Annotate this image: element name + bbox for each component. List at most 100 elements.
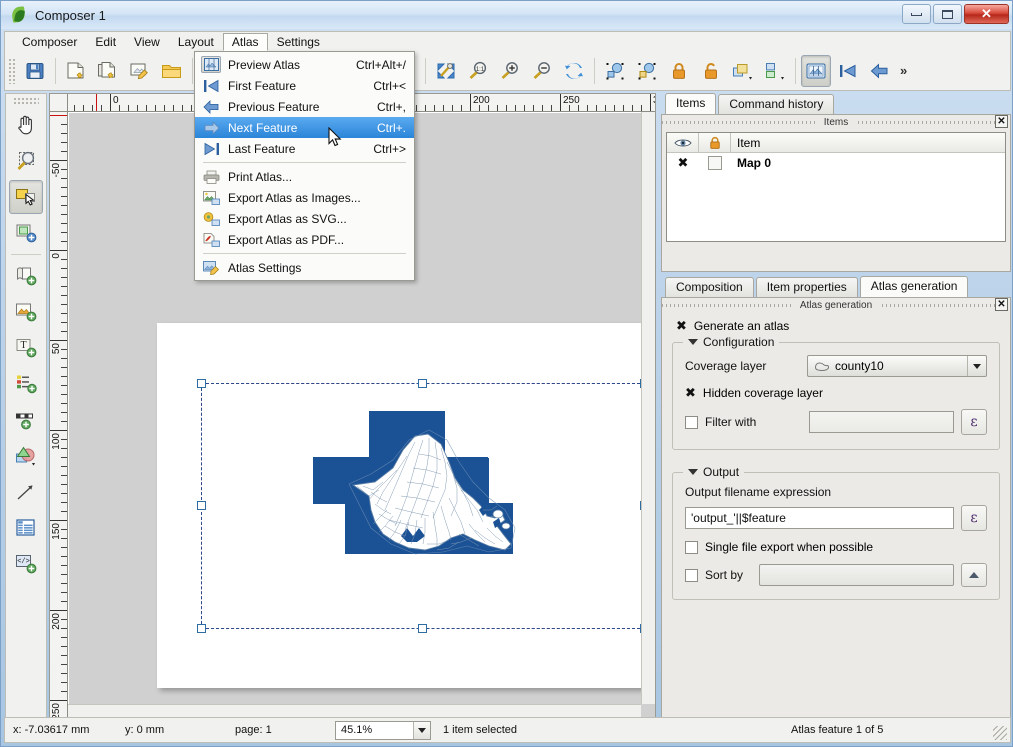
pan-tool[interactable] — [9, 108, 43, 142]
add-map-tool[interactable] — [9, 259, 43, 293]
zoom-in-icon[interactable] — [495, 55, 525, 87]
preview-atlas-icon[interactable] — [801, 55, 831, 87]
atlas-menu-popup[interactable]: Preview Atlas Ctrl+Alt+/ First Feature C… — [194, 51, 415, 281]
previous-feature-icon[interactable] — [865, 55, 895, 87]
menu-item-export-atlas-svg[interactable]: Export Atlas as SVG... — [195, 208, 414, 229]
new-composition-icon[interactable] — [61, 55, 91, 87]
collapse-triangle-icon[interactable] — [688, 339, 698, 345]
single-file-export-checkbox[interactable]: Single file export when possible — [685, 540, 987, 554]
menu-atlas[interactable]: Atlas — [223, 33, 268, 51]
lock-items-icon[interactable] — [664, 55, 694, 87]
hidden-coverage-layer-checkbox[interactable]: ✖ Hidden coverage layer — [685, 386, 987, 400]
resize-grip[interactable] — [993, 726, 1007, 740]
zoom-level-combo[interactable]: 45.1% — [335, 721, 431, 740]
duplicate-composition-icon[interactable] — [93, 55, 123, 87]
raise-items-icon[interactable] — [728, 55, 758, 87]
resize-handle-sw[interactable] — [197, 624, 206, 633]
sort-direction-button[interactable] — [961, 563, 987, 587]
item-visible-checkbox[interactable]: ✖ — [667, 157, 699, 170]
menu-item-next-feature[interactable]: Next Feature Ctrl+. — [195, 117, 414, 138]
add-image-tool[interactable] — [9, 295, 43, 329]
add-html-frame-tool[interactable]: </> — [9, 547, 43, 581]
menu-item-export-atlas-pdf[interactable]: Export Atlas as PDF... — [195, 229, 414, 250]
menu-composer[interactable]: Composer — [13, 33, 86, 51]
canvas-vertical-scrollbar[interactable] — [641, 112, 655, 704]
menu-view[interactable]: View — [125, 33, 169, 51]
menu-item-first-feature[interactable]: First Feature Ctrl+< — [195, 75, 414, 96]
zoom-actual-icon[interactable]: 1:1 — [463, 55, 493, 87]
composer-manager-icon[interactable] — [125, 55, 155, 87]
toolbar-overflow-button[interactable]: » — [900, 63, 907, 78]
chevron-down-icon[interactable] — [413, 722, 430, 739]
coverage-layer-combo[interactable]: county10 — [807, 355, 987, 377]
single-file-export-box[interactable] — [685, 541, 698, 554]
align-items-icon[interactable] — [760, 55, 790, 87]
filter-with-checkbox[interactable] — [685, 416, 698, 429]
resize-handle-w[interactable] — [197, 501, 206, 510]
item-lock-checkbox[interactable] — [699, 156, 731, 170]
sort-by-checkbox[interactable] — [685, 569, 698, 582]
ungroup-items-icon[interactable] — [632, 55, 662, 87]
output-expression-button[interactable]: ε — [961, 505, 987, 531]
add-scalebar-tool[interactable] — [9, 403, 43, 437]
chevron-down-icon[interactable] — [967, 356, 986, 376]
add-legend-tool[interactable] — [9, 367, 43, 401]
left-toolbar-grip[interactable] — [13, 97, 39, 105]
resize-handle-n[interactable] — [418, 379, 427, 388]
save-composition-icon[interactable] — [20, 55, 50, 87]
tab-atlas-generation[interactable]: Atlas generation — [860, 276, 969, 297]
menu-settings[interactable]: Settings — [268, 33, 329, 51]
tab-items[interactable]: Items — [665, 93, 716, 114]
zoom-tool[interactable] — [9, 144, 43, 178]
tab-item-properties[interactable]: Item properties — [756, 277, 858, 297]
close-button[interactable]: ✕ — [964, 4, 1009, 24]
menu-item-atlas-settings[interactable]: Atlas Settings — [195, 257, 414, 278]
unlock-items-icon[interactable] — [696, 55, 726, 87]
load-template-icon[interactable] — [157, 55, 187, 87]
add-shape-tool[interactable] — [9, 439, 43, 473]
toolbar-grip[interactable] — [8, 58, 16, 84]
maximize-button[interactable] — [933, 4, 962, 24]
collapse-triangle-icon[interactable] — [688, 469, 698, 475]
atlas-panel-close-icon[interactable]: ✕ — [995, 298, 1008, 311]
table-row[interactable]: ✖ Map 0 — [667, 153, 1005, 173]
zoom-out-icon[interactable] — [527, 55, 557, 87]
tab-composition[interactable]: Composition — [665, 277, 754, 297]
items-tree-body[interactable]: ✖ Map 0 — [667, 153, 1005, 241]
canvas-horizontal-scrollbar[interactable] — [68, 704, 641, 718]
first-feature-icon[interactable] — [833, 55, 863, 87]
move-item-content-tool[interactable] — [9, 216, 43, 250]
menu-item-preview-atlas[interactable]: Preview Atlas Ctrl+Alt+/ — [195, 54, 414, 75]
output-filename-input[interactable]: 'output_'||$feature — [685, 507, 954, 529]
menu-item-previous-feature[interactable]: Previous Feature Ctrl+, — [195, 96, 414, 117]
minimize-button[interactable] — [902, 4, 931, 24]
menu-item-last-feature[interactable]: Last Feature Ctrl+> — [195, 138, 414, 159]
generate-atlas-checkbox[interactable]: ✖ Generate an atlas — [676, 319, 1000, 333]
group-items-icon[interactable] — [600, 55, 630, 87]
composition-page[interactable] — [157, 323, 655, 688]
map-item-map0[interactable] — [201, 383, 645, 629]
menu-item-label: Atlas Settings — [228, 261, 301, 275]
filter-expression-button[interactable]: ε — [961, 409, 987, 435]
add-arrow-tool[interactable] — [9, 475, 43, 509]
menu-layout[interactable]: Layout — [169, 33, 223, 51]
items-panel-close-icon[interactable]: ✕ — [995, 115, 1008, 128]
add-label-tool[interactable]: T — [9, 331, 43, 365]
tab-command-history[interactable]: Command history — [718, 94, 834, 114]
items-tree[interactable]: Item ✖ Map 0 — [666, 132, 1006, 242]
select-move-item-tool[interactable] — [9, 180, 43, 214]
resize-handle-nw[interactable] — [197, 379, 206, 388]
sort-by-combo[interactable] — [759, 564, 954, 586]
menu-item-print-atlas[interactable]: Print Atlas... — [195, 166, 414, 187]
menu-item-export-atlas-images[interactable]: Export Atlas as Images... — [195, 187, 414, 208]
zoom-full-icon[interactable] — [431, 55, 461, 87]
export-images-icon — [201, 189, 221, 206]
status-x: x: -7.03617 mm — [5, 724, 125, 736]
output-group-title[interactable]: Output — [683, 465, 744, 479]
configuration-group-title[interactable]: Configuration — [683, 335, 779, 349]
filter-with-input[interactable] — [809, 411, 954, 433]
resize-handle-s[interactable] — [418, 624, 427, 633]
refresh-view-icon[interactable] — [559, 55, 589, 87]
add-attribute-table-tool[interactable] — [9, 511, 43, 545]
menu-edit[interactable]: Edit — [86, 33, 125, 51]
